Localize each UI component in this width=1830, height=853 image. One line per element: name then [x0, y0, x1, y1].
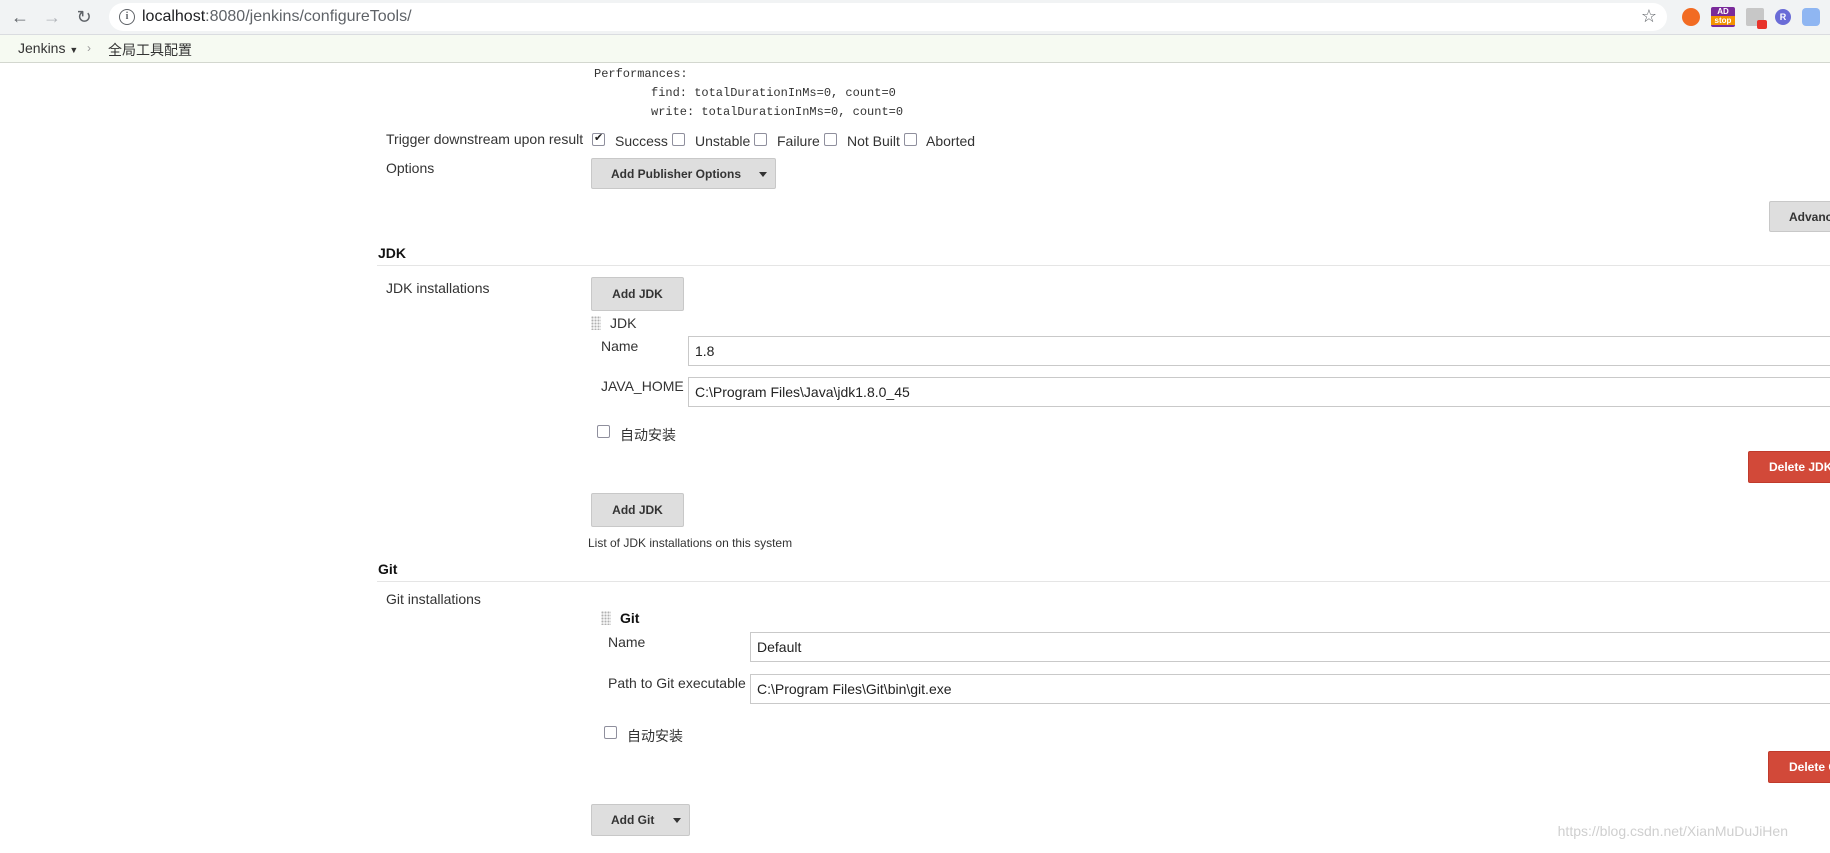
breadcrumb-separator-icon: › [87, 41, 91, 55]
address-bar[interactable]: i localhost:8080/jenkins/configureTools/… [109, 3, 1667, 31]
trigger-aborted-checkbox[interactable] [904, 133, 917, 146]
url-path: :8080/jenkins/configureTools/ [205, 8, 412, 25]
jdk-auto-install-checkbox[interactable] [597, 425, 610, 438]
forward-arrow-icon[interactable]: → [41, 6, 63, 28]
section-divider [377, 581, 1830, 582]
trigger-not-built-label: Not Built [847, 133, 900, 149]
delete-git-button[interactable]: Delete Git [1768, 751, 1830, 783]
trigger-not-built-checkbox[interactable] [824, 133, 837, 146]
git-name-label: Name [608, 634, 646, 650]
breadcrumb-current[interactable]: 全局工具配置 [108, 40, 192, 60]
jdk-name-input[interactable]: 1.8 [688, 336, 1830, 366]
git-path-label: Path to Git executable [608, 675, 746, 691]
breadcrumb: Jenkins ▼ › 全局工具配置 [0, 35, 1830, 63]
trigger-aborted-label: Aborted [926, 133, 976, 149]
extension-orange-icon[interactable] [1682, 8, 1700, 26]
java-home-label: JAVA_HOME [601, 378, 684, 394]
caret-down-icon [759, 171, 767, 177]
info-icon[interactable]: i [119, 9, 135, 25]
jdk-installations-label: JDK installations [386, 280, 490, 296]
git-auto-install-checkbox[interactable] [604, 726, 617, 739]
adstop-label-top: AD [1717, 7, 1729, 16]
url-text[interactable]: localhost:8080/jenkins/configureTools/ [142, 8, 412, 26]
performances-title: Performances: [594, 67, 688, 81]
reload-icon[interactable]: ↻ [73, 6, 95, 28]
add-publisher-options-button[interactable]: Add Publisher Options [591, 158, 776, 189]
add-publisher-options-label: Add Publisher Options [611, 166, 742, 181]
trigger-unstable-checkbox[interactable] [672, 133, 685, 146]
add-jdk-button[interactable]: Add JDK [591, 277, 684, 311]
trigger-success-label: Success [615, 133, 668, 149]
performances-find: find: totalDurationInMs=0, count=0 [651, 86, 896, 100]
jdk-item-title: JDK [610, 315, 637, 331]
trigger-label: Trigger downstream upon result [386, 131, 584, 147]
section-divider [377, 265, 1830, 266]
jdk-help-text: List of JDK installations on this system [588, 536, 793, 550]
extension-blue-icon[interactable] [1802, 8, 1820, 26]
git-section-title: Git [378, 561, 398, 577]
back-arrow-icon[interactable]: ← [9, 6, 31, 28]
caret-down-icon[interactable]: ▼ [69, 45, 78, 55]
extension-badge [1757, 20, 1767, 29]
browser-toolbar: ← → ↻ i localhost:8080/jenkins/configure… [0, 0, 1830, 35]
git-auto-install-label: 自动安装 [627, 728, 683, 744]
delete-jdk-button[interactable]: Delete JDK [1748, 451, 1830, 483]
git-installations-label: Git installations [386, 591, 481, 607]
drag-handle-icon[interactable] [591, 316, 601, 330]
breadcrumb-jenkins[interactable]: Jenkins ▼ [18, 40, 78, 56]
trigger-failure-checkbox[interactable] [754, 133, 767, 146]
add-jdk-label: Add JDK [612, 287, 663, 301]
bookmark-star-icon[interactable]: ☆ [1641, 6, 1657, 27]
advanced-label: Advanc [1789, 209, 1830, 224]
jdk-section-title: JDK [378, 245, 407, 261]
drag-handle-icon[interactable] [601, 611, 611, 625]
adstop-extension-icon[interactable]: AD stop [1711, 7, 1735, 27]
trigger-unstable-label: Unstable [695, 133, 751, 149]
advanced-button[interactable]: Advanc [1769, 201, 1830, 232]
adstop-label-bottom: stop [1711, 16, 1735, 25]
extension-gray-icon[interactable] [1746, 8, 1767, 29]
performances-write: write: totalDurationInMs=0, count=0 [651, 105, 904, 119]
extension-r-icon[interactable]: R [1775, 9, 1791, 25]
add-git-button[interactable]: Add Git [591, 804, 690, 836]
git-name-input[interactable]: Default [750, 632, 1830, 662]
add-jdk-button-bottom[interactable]: Add JDK [591, 493, 684, 527]
delete-jdk-label: Delete JDK [1769, 460, 1830, 474]
jdk-name-label: Name [601, 338, 639, 354]
jdk-auto-install-label: 自动安装 [620, 427, 676, 443]
add-git-label: Add Git [611, 813, 655, 827]
watermark: https://blog.csdn.net/XianMuDuJiHen [1557, 823, 1788, 839]
java-home-input[interactable]: C:\Program Files\Java\jdk1.8.0_45 [688, 377, 1830, 407]
trigger-success-checkbox[interactable] [592, 131, 605, 146]
delete-git-label: Delete Git [1789, 760, 1830, 774]
url-host: localhost [142, 8, 206, 25]
git-path-input[interactable]: C:\Program Files\Git\bin\git.exe [750, 674, 1830, 704]
add-jdk-bottom-label: Add JDK [612, 503, 663, 517]
trigger-failure-label: Failure [777, 133, 820, 149]
git-item-title: Git [620, 610, 640, 626]
caret-down-icon [673, 818, 681, 823]
breadcrumb-jenkins-label: Jenkins [18, 40, 66, 56]
options-label: Options [386, 160, 435, 176]
